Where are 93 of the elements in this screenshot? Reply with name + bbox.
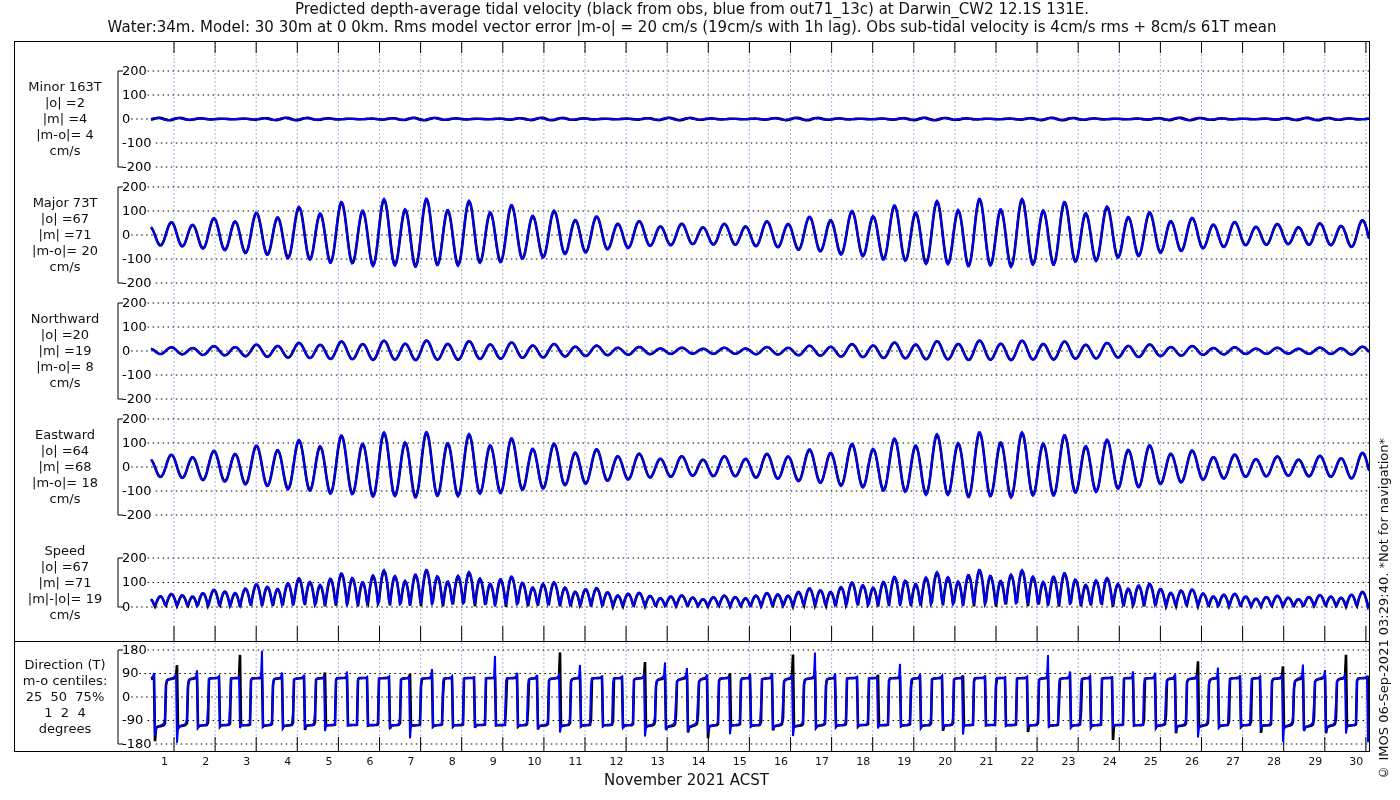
panel-label: |m| =4 — [42, 111, 88, 127]
x-tick-label: 17 — [814, 755, 831, 768]
panel-label: |o| =67 — [40, 559, 90, 575]
panel-label: |o| =20 — [40, 327, 90, 343]
axis-tick-label: -90 — [122, 712, 144, 727]
y-axis — [117, 557, 124, 608]
axis-tick-label: 200 — [122, 410, 147, 426]
axis-tick-label: 200 — [122, 549, 147, 565]
x-tick-label: 18 — [855, 755, 872, 768]
axis-tick-label: -200 — [122, 158, 152, 174]
panel-label: cm/s — [49, 143, 81, 159]
panel-label: Eastward — [35, 427, 95, 443]
axis-tick-label: 100 — [122, 434, 147, 450]
x-tick-label: 2 — [201, 755, 211, 768]
x-tick-label: 8 — [447, 755, 457, 768]
panel-label: |m| =71 — [38, 575, 92, 591]
x-tick-label: 13 — [649, 755, 666, 768]
axis-tick-label: -100 — [122, 482, 152, 498]
panel-label: Minor 163T — [28, 79, 102, 95]
x-tick-label: 26 — [1183, 755, 1200, 768]
axis-tick-label: -100 — [122, 250, 152, 266]
x-tick-label: 12 — [608, 755, 625, 768]
x-tick-label: 28 — [1266, 755, 1283, 768]
x-tick-label: 4 — [283, 755, 293, 768]
x-tick-label: 15 — [731, 755, 748, 768]
axis-tick-label: 100 — [122, 574, 147, 589]
x-tick-label: 19 — [896, 755, 913, 768]
x-tick-label: 7 — [406, 755, 416, 768]
x-tick-label: 5 — [324, 755, 334, 768]
axis-tick-label: 200 — [122, 294, 147, 310]
axis-tick-label: 0 — [122, 688, 131, 704]
panel-label: Speed — [44, 543, 86, 559]
axis-tick-label: 100 — [122, 86, 147, 102]
axis-tick-label: 100 — [122, 318, 147, 334]
axis-tick-label: -100 — [122, 366, 152, 382]
x-tick-label: 1 — [160, 755, 170, 768]
x-tick-label: 16 — [772, 755, 789, 768]
panel-label: cm/s — [49, 607, 81, 623]
panel-label: |m-o|= 4 — [36, 127, 94, 143]
x-axis-label: November 2021 ACST — [604, 771, 770, 789]
axis-tick-label: 0 — [122, 342, 131, 358]
axis-tick-label: 200 — [122, 62, 147, 78]
x-tick-label: 25 — [1142, 755, 1159, 768]
x-tick-label: 23 — [1060, 755, 1077, 768]
panel-label: 1 2 4 — [44, 704, 86, 721]
axis-tick-label: 100 — [122, 202, 147, 218]
axis-tick-label: 0 — [122, 226, 131, 242]
chart-title: Predicted depth-average tidal velocity (black from obs, blue from out71_13c) at Darwin_CW2 12.1S 131E. — [295, 0, 1089, 18]
x-tick-label: 9 — [488, 755, 498, 768]
x-tick-label: 6 — [365, 755, 375, 768]
axis-tick-label: 0 — [122, 458, 131, 474]
panel-label: cm/s — [49, 375, 81, 391]
panel-label: cm/s — [49, 491, 81, 507]
x-tick-label: 29 — [1307, 755, 1324, 768]
panel-label: 25 50 75% — [25, 688, 105, 705]
panel-label: |m| =19 — [38, 343, 92, 359]
x-tick-label: 21 — [978, 755, 995, 768]
x-tick-label: 27 — [1225, 755, 1241, 768]
axis-tick-label: -180 — [122, 735, 152, 751]
x-tick-label: 11 — [567, 755, 584, 768]
x-tick-label: 14 — [690, 755, 707, 768]
panel-label: |m| =71 — [38, 227, 92, 243]
x-tick-label: 30 — [1348, 755, 1365, 768]
panel-label: |m| =68 — [38, 459, 92, 475]
panel-label: |m|-|o|= 19 — [27, 591, 103, 607]
panel-label: |m-o|= 18 — [32, 475, 98, 491]
axis-tick-label: 0 — [122, 598, 131, 614]
axis-tick-label: -200 — [122, 506, 152, 522]
axis-tick-label: 180 — [122, 642, 147, 657]
axis-tick-label: -100 — [122, 134, 152, 150]
panel-label: |m-o|= 20 — [32, 243, 98, 259]
chart-title: Water:34m. Model: 30 30m at 0 0km. Rms model vector error |m-o| = 20 cm/s (19cm/s with 1h lag). Obs sub-tidal velocity is 4cm/s rms + 8cm/s 61T mean — [107, 18, 1277, 36]
panel-label: |o| =2 — [45, 95, 85, 111]
panel-label: Major 73T — [32, 195, 98, 211]
x-tick-label: 10 — [526, 755, 543, 768]
axis-tick-label: 0 — [122, 110, 131, 126]
axis-tick-label: -200 — [122, 274, 152, 290]
x-tick-label: 22 — [1019, 755, 1036, 768]
x-tick-label: 24 — [1101, 755, 1118, 768]
panel-label: degrees — [38, 720, 92, 737]
panel-label: cm/s — [49, 259, 81, 275]
panel-label: m-o centiles: — [22, 672, 108, 689]
panel-label: |o| =64 — [40, 443, 90, 459]
panel-label: Northward — [30, 311, 100, 327]
panel-label: |o| =67 — [40, 211, 90, 227]
panel-label: Direction (T) — [24, 656, 106, 673]
copyright-note: © IMOS 06-Sep-2021 03:29:40. *Not for navigation* — [1375, 438, 1391, 780]
axis-tick-label: -200 — [122, 390, 152, 406]
axis-tick-label: 90 — [122, 665, 139, 680]
panel-label: |m-o|= 8 — [36, 359, 94, 375]
x-tick-label: 3 — [242, 755, 252, 768]
x-tick-label: 20 — [937, 755, 954, 768]
axis-tick-label: 200 — [122, 178, 147, 194]
